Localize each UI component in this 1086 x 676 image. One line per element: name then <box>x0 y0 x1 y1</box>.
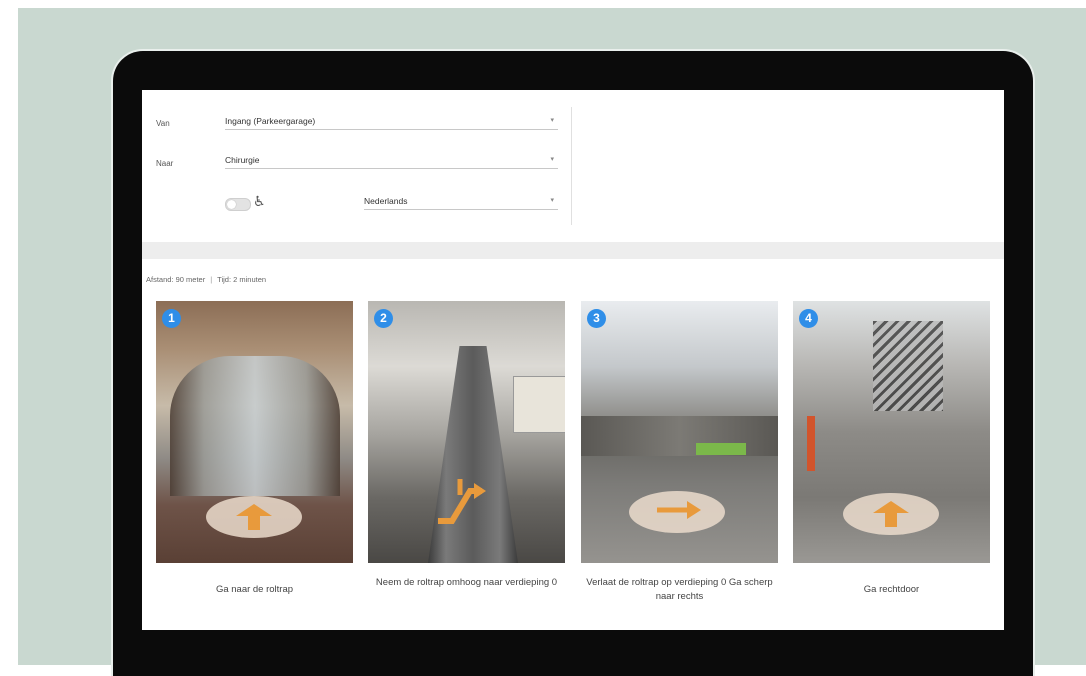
step-photo-3: 3 <box>581 301 778 563</box>
escalator-arrow-icon <box>438 479 486 524</box>
info-sign <box>513 376 565 433</box>
chevron-down-icon: ▾ <box>550 156 554 163</box>
step-photo-1: 1 <box>156 301 353 563</box>
from-select[interactable]: Ingang (Parkeergarage) ▾ <box>225 113 558 130</box>
section-separator <box>142 242 1004 259</box>
language-value: Nederlands <box>364 196 408 206</box>
arrow-up-icon <box>873 501 909 527</box>
floor-disc <box>629 491 725 533</box>
from-label: Van <box>156 119 170 128</box>
language-select[interactable]: Nederlands ▾ <box>364 193 558 210</box>
route-summary: Afstand: 90 meter | Tijd: 2 minuten <box>146 275 267 284</box>
step-caption-2: Neem de roltrap omhoog naar verdieping 0 <box>375 577 558 588</box>
floor-disc <box>206 496 302 538</box>
accessibility-toggle[interactable] <box>225 198 251 211</box>
step-photo-2: 2 <box>368 301 565 563</box>
chevron-down-icon: ▾ <box>550 117 554 124</box>
to-label: Naar <box>156 159 174 168</box>
to-value: Chirurgie <box>225 155 260 165</box>
step-photo-4: 4 <box>793 301 990 563</box>
step-caption-1: Ga naar de roltrap <box>215 584 294 595</box>
upper-floor <box>581 416 778 456</box>
step-badge: 2 <box>374 309 393 328</box>
step-caption-3: Verlaat de roltrap op verdieping 0 Ga sc… <box>586 577 773 602</box>
floor-disc <box>843 493 939 535</box>
revolving-door <box>170 356 340 496</box>
red-door <box>807 416 815 471</box>
route-time: Tijd: 2 minuten <box>217 275 267 284</box>
step-caption-4: Ga rechtdoor <box>863 584 920 595</box>
to-select[interactable]: Chirurgie ▾ <box>225 152 558 169</box>
laptop-bezel-bottom <box>142 630 1004 673</box>
staircase <box>873 321 943 411</box>
step-badge: 4 <box>799 309 818 328</box>
toggle-knob <box>227 200 236 209</box>
wheelchair-icon: ♿︎ <box>253 193 266 209</box>
step-badge: 3 <box>587 309 606 328</box>
from-value: Ingang (Parkeergarage) <box>225 116 316 126</box>
arrow-up-icon <box>236 504 272 530</box>
chevron-down-icon: ▾ <box>550 197 554 204</box>
route-distance: Afstand: 90 meter <box>146 275 206 284</box>
form-divider <box>571 107 572 225</box>
step-badge: 1 <box>162 309 181 328</box>
green-seats <box>696 443 746 455</box>
arrow-right-icon <box>657 501 701 519</box>
